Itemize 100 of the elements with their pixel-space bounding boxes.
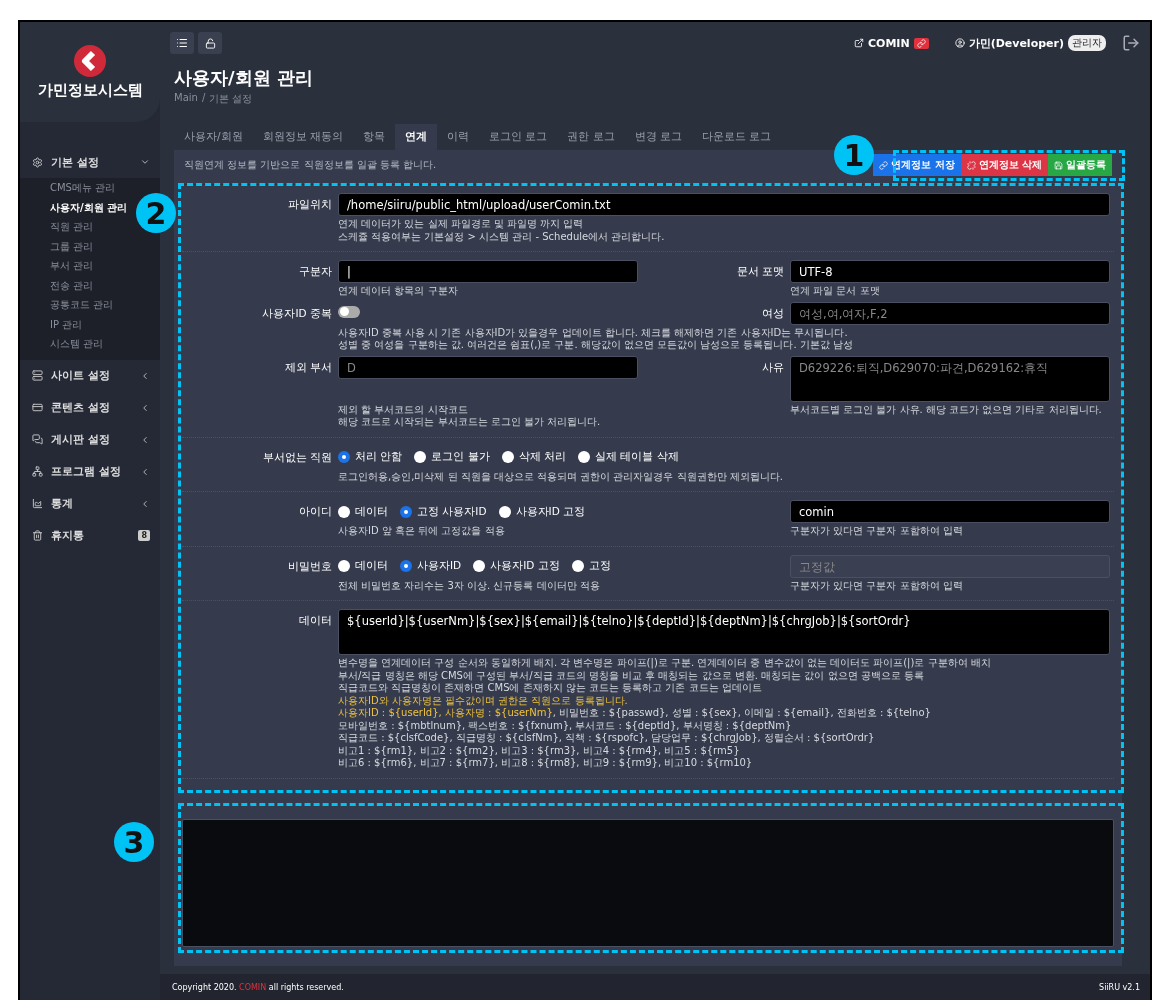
- page-title: 사용자/회원 관리: [174, 66, 314, 90]
- sidebar-group[interactable]: 게시판 설정: [20, 423, 160, 456]
- help-text: 부서코드별 로그인 불가 사유. 해당 코드가 없으면 기타로 처리됩니다.: [790, 403, 1102, 416]
- radio-label: 사용자ID 고정: [490, 559, 560, 573]
- sidebar-item[interactable]: 공통코드 관리: [50, 295, 116, 315]
- input-field[interactable]: D: [338, 355, 638, 379]
- radio-label: 고정 사용자ID: [417, 504, 487, 519]
- radio-option[interactable]: 처리 안함: [338, 450, 403, 464]
- lock-button[interactable]: [198, 32, 222, 54]
- breadcrumb-item: 기본 설정: [209, 92, 253, 106]
- save-icon: [1054, 160, 1063, 170]
- help-text: 사용자ID : ${userId}, 사용자명 : ${userNm}, 비밀번호 : ${passwd}, 성별 : ${sex}, 이메일 : ${email}, 전화번호 : ${telno}: [338, 707, 931, 720]
- field-label: 아이디: [298, 504, 332, 519]
- help-text: 사용자ID와 사용자명은 필수값이며 권한은 직원으로 등록됩니다.: [338, 694, 628, 707]
- sidebar-item[interactable]: 시스템 관리: [50, 334, 106, 354]
- tab[interactable]: 로그인 로그: [478, 124, 558, 150]
- help-text: 연계 데이터 항목의 구분자: [338, 285, 458, 298]
- site-link[interactable]: COMIN: [853, 36, 910, 50]
- field-label: 데이터: [298, 613, 332, 628]
- help-text: 구분자가 있다면 구분자 포함하여 입력: [790, 525, 963, 538]
- tab[interactable]: 사용자/회원: [174, 124, 253, 150]
- list-button[interactable]: [170, 32, 194, 54]
- sidebar-group[interactable]: 통계: [20, 487, 160, 520]
- help-text: 성별 중 여성을 구분하는 값. 여러건은 쉼표(,)로 구분. 해당값이 없으면 모든값이 남성으로 등록됩니다. 기본값 남성: [338, 339, 854, 352]
- user-name[interactable]: 가민(Developer): [968, 35, 1064, 51]
- chevron-left-icon: [140, 434, 150, 445]
- radio-option[interactable]: 사용자ID 고정: [473, 559, 560, 573]
- sidebar-group[interactable]: 기본 설정: [20, 146, 160, 178]
- tab[interactable]: 회원정보 재동의: [252, 124, 353, 150]
- field-label: 사유: [761, 359, 784, 375]
- unlink-icon: [966, 160, 976, 170]
- sidebar-item[interactable]: 부서 관리: [50, 256, 96, 276]
- logo-icon: [74, 44, 106, 77]
- sidebar-item[interactable]: 그룹 관리: [50, 236, 96, 256]
- radio-option[interactable]: 고정: [571, 559, 611, 573]
- input-field[interactable]: /home/siiru/public_html/upload/userComin.txt: [338, 193, 1110, 216]
- input-field[interactable]: comin: [790, 500, 1110, 523]
- tab[interactable]: 권한 로그: [557, 124, 625, 150]
- radio-option[interactable]: 사용자ID 고정: [498, 504, 586, 519]
- input-field[interactable]: 여성,여,여자,F,2: [790, 301, 1110, 325]
- toggle-switch[interactable]: [338, 305, 360, 318]
- sidebar-item[interactable]: CMS메뉴 관리: [50, 178, 118, 198]
- annotation-number: 1: [834, 135, 874, 175]
- help-text: 사용자ID 중복 사용 시 기존 사용자ID가 있을경우 업데이트 합니다. 체크를 해제하면 기존 사용자ID는 무시됩니다.: [338, 326, 848, 339]
- radio-label: 실제 테이블 삭제: [595, 450, 679, 464]
- field-label: 제외 부서: [283, 359, 332, 375]
- link-icon: [916, 38, 926, 48]
- input-field[interactable]: |: [338, 260, 638, 283]
- sidebar-group[interactable]: 사이트 설정: [20, 359, 160, 392]
- tab[interactable]: 항목: [352, 124, 395, 150]
- trash-icon: [32, 530, 43, 541]
- help-text: 연계 파일 문서 포맷: [790, 285, 880, 298]
- unlock-icon: [204, 37, 216, 49]
- chevron-left-icon: [140, 402, 150, 413]
- breadcrumb-item[interactable]: Main: [174, 92, 198, 106]
- sidebar-item[interactable]: IP 관리: [50, 314, 85, 334]
- logout-icon[interactable]: [1122, 34, 1140, 52]
- radio-option[interactable]: 실제 테이블 삭제: [578, 450, 679, 464]
- sidebar-group[interactable]: 콘텐츠 설정: [20, 391, 160, 424]
- radio-option[interactable]: 사용자ID: [400, 559, 462, 573]
- radio-option[interactable]: 삭제 처리: [501, 450, 567, 464]
- help-text: 구분자가 있다면 구분자 포함하여 입력: [790, 579, 963, 592]
- description-text: 직원연계 정보를 기반으로 직원정보를 일괄 등록 합니다.: [184, 158, 437, 172]
- user-icon: [954, 38, 965, 48]
- tab[interactable]: 연계: [394, 124, 437, 150]
- sidebar-group[interactable]: 휴지통 8: [20, 519, 160, 552]
- input-field[interactable]: UTF-8: [790, 260, 1110, 283]
- card-icon: [32, 402, 43, 413]
- tab[interactable]: 다운로드 로그: [691, 124, 782, 150]
- radio-option[interactable]: 로그인 불가: [414, 450, 490, 464]
- radio-label: 로그인 불가: [431, 450, 490, 464]
- tab[interactable]: 이력: [436, 124, 479, 150]
- help-text: 모바일번호 : ${mbtlnum}, 팩스번호 : ${fxnum}, 부서코드 : ${deptId}, 부서명칭 : ${deptNm}: [338, 719, 792, 732]
- radio-label: 사용자ID 고정: [515, 504, 586, 519]
- text-area[interactable]: ${userId}|${userNm}|${sex}|${email}|${telno}|${deptId}|${deptNm}|${chrgJob}|${sortOrdr}: [338, 609, 1110, 655]
- external-link-icon: [853, 38, 864, 48]
- sidebar-item[interactable]: 사용자/회원 관리: [50, 197, 130, 217]
- help-text: 직급코드 : ${clsfCode}, 직급명칭 : ${clsfNm}, 직책 : ${rspofc}, 담당업무 : ${chrgJob}, 정렬순서 : ${sortOrdr}: [338, 732, 875, 745]
- radio-option[interactable]: 데이터: [338, 504, 388, 519]
- help-text: 직급코드와 직급명칭이 존재하면 CMS에 존재하지 않는 코드는 등록하고 기존 코드는 업데이트: [338, 682, 762, 695]
- radio-option[interactable]: 고정 사용자ID: [400, 504, 487, 519]
- field-label: 사용자ID 중복: [261, 305, 332, 321]
- radio-option[interactable]: 데이터: [338, 559, 388, 573]
- chevron-left-icon: [140, 498, 150, 509]
- help-text: 변수명을 연계데이터 구성 순서와 동일하게 배치. 각 변수명은 파이프(|)로 구분. 연계데이터 중 변수값이 없는 데이터도 파이프(|)로 구분하여 배치: [338, 657, 991, 670]
- chart-icon: [32, 498, 43, 509]
- help-text: 비고1 : ${rm1}, 비고2 : ${rm2}, 비고3 : ${rm3}, 비고4 : ${rm4}, 비고5 : ${rm5}: [338, 744, 740, 757]
- tab[interactable]: 변경 로그: [624, 124, 692, 150]
- list-icon: [176, 37, 188, 49]
- radio-label: 사용자ID: [417, 559, 462, 573]
- help-text: 부서/직급 명칭은 해당 CMS에 구성된 부서/직급 코드의 명칭을 비교 후 매칭되는 값으로 변환. 매칭되는 값이 없으면 공백으로 등록: [338, 669, 924, 682]
- link-button[interactable]: [913, 37, 929, 49]
- field-label: 파일위치: [287, 197, 332, 212]
- delete-button[interactable]: 연계정보 삭제: [960, 154, 1048, 176]
- radio-label: 처리 안함: [355, 450, 403, 464]
- sidebar-item[interactable]: 직원 관리: [50, 217, 96, 237]
- sidebar-group[interactable]: 프로그램 설정: [20, 455, 160, 488]
- sidebar-item[interactable]: 전송 관리: [50, 275, 96, 295]
- text-area[interactable]: D629226:퇴직,D629070:파견,D629162:휴직: [790, 355, 1110, 402]
- help-text: 사용자ID 앞 혹은 뒤에 고정값을 적용: [338, 525, 505, 538]
